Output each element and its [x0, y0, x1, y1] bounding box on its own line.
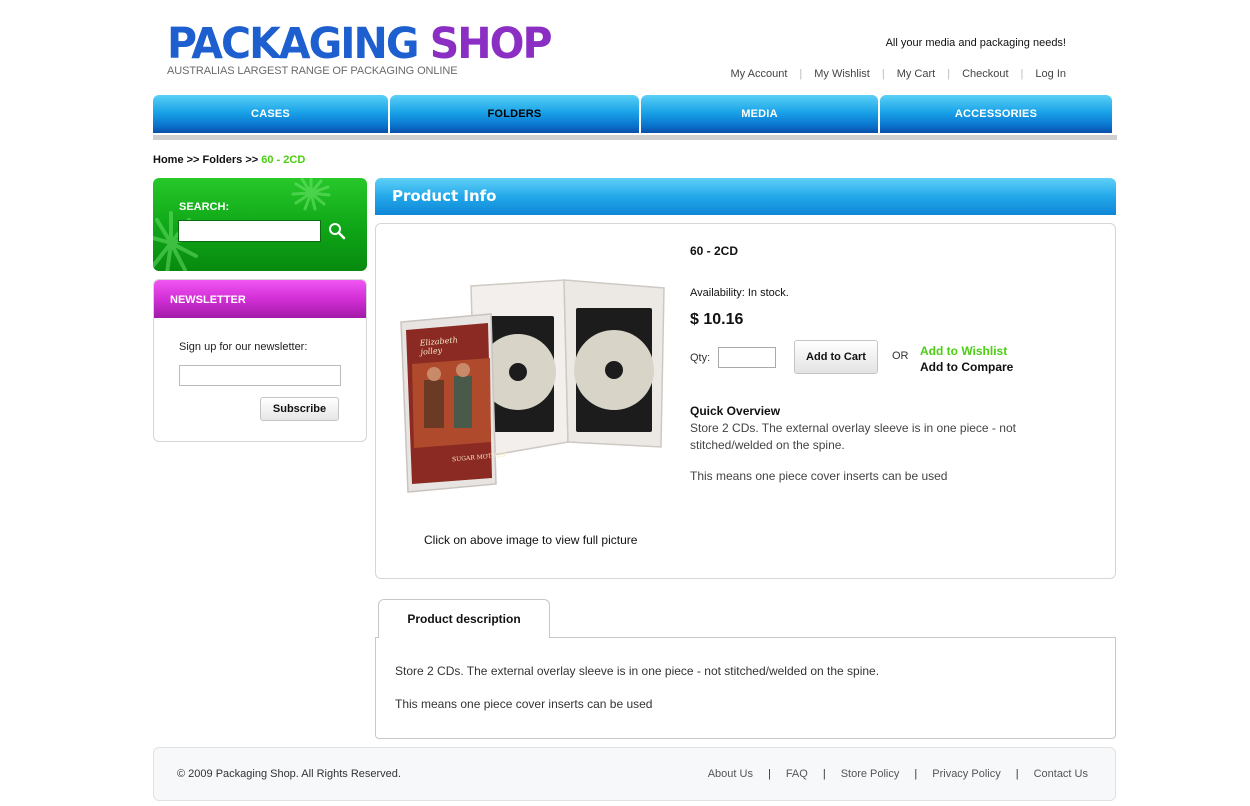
footer-privacy-policy-link[interactable]: Privacy Policy: [932, 768, 1000, 780]
search-icon: [329, 223, 346, 240]
nav-divider: [153, 135, 1117, 140]
footer-contact-us-link[interactable]: Contact Us: [1034, 768, 1088, 780]
product-info-panel: Elizabeth jolley SUGAR MOTHER Click on a…: [375, 223, 1116, 579]
breadcrumb-home[interactable]: Home: [153, 154, 184, 166]
my-account-link[interactable]: My Account: [731, 68, 788, 80]
add-to-compare-link[interactable]: Add to Compare: [920, 360, 1013, 374]
footer-about-us-link[interactable]: About Us: [708, 768, 753, 780]
breadcrumb: Home >> Folders >> 60 - 2CD: [153, 154, 305, 166]
description-paragraph-1: Store 2 CDs. The external overlay sleeve…: [395, 664, 880, 678]
product-price: $ 10.16: [690, 311, 744, 328]
site-logo[interactable]: PACKAGING SHOP AUSTRALIAS LARGEST RANGE …: [167, 17, 553, 77]
separator: |: [947, 68, 951, 80]
nav-item-folders[interactable]: FOLDERS: [390, 95, 639, 133]
footer-store-policy-link[interactable]: Store Policy: [841, 768, 900, 780]
nav-item-accessories[interactable]: ACCESSORIES: [880, 95, 1112, 133]
image-caption: Click on above image to view full pictur…: [424, 533, 638, 547]
separator: |: [881, 68, 885, 80]
nav-item-cases[interactable]: CASES: [153, 95, 388, 133]
search-label: SEARCH:: [179, 201, 230, 213]
site-tagline: All your media and packaging needs!: [885, 37, 1066, 49]
or-separator: OR: [892, 350, 909, 362]
product-name: 60 - 2CD: [690, 244, 739, 258]
separator: |: [914, 768, 918, 780]
qty-input[interactable]: [718, 347, 776, 368]
checkout-link[interactable]: Checkout: [962, 68, 1008, 80]
logo-word-packaging: PACKAGING: [167, 17, 419, 69]
logo-wordmark: PACKAGING SHOP: [167, 17, 553, 69]
separator: |: [1020, 68, 1024, 80]
newsletter-title: NEWSLETTER: [154, 280, 366, 318]
separator: |: [767, 768, 771, 780]
main-nav: CASES FOLDERS MEDIA ACCESSORIES: [153, 95, 1114, 133]
tab-product-description[interactable]: Product description: [378, 599, 550, 638]
nav-item-media[interactable]: MEDIA: [641, 95, 878, 133]
product-info-header: Product Info: [375, 178, 1116, 215]
logo-word-shop: SHOP: [429, 17, 553, 69]
footer-links: About Us | FAQ | Store Policy | Privacy …: [708, 768, 1088, 780]
footer-faq-link[interactable]: FAQ: [786, 768, 808, 780]
site-footer: © 2009 Packaging Shop. All Rights Reserv…: [153, 747, 1116, 801]
product-description-panel: Store 2 CDs. The external overlay sleeve…: [375, 637, 1116, 739]
newsletter-text: Sign up for our newsletter:: [179, 341, 308, 353]
product-image[interactable]: Elizabeth jolley SUGAR MOTHER: [396, 272, 666, 502]
search-panel: SEARCH:: [153, 178, 367, 271]
breadcrumb-separator: >>: [186, 154, 200, 166]
my-cart-link[interactable]: My Cart: [897, 68, 936, 80]
separator: |: [822, 768, 826, 780]
availability-status: Availability: In stock.: [690, 287, 789, 299]
subscribe-button[interactable]: Subscribe: [260, 397, 339, 421]
quick-overview-text: Store 2 CDs. The external overlay sleeve…: [690, 421, 1016, 452]
newsletter-email-input[interactable]: [179, 365, 341, 386]
separator: |: [799, 68, 803, 80]
description-paragraph-2: This means one piece cover inserts can b…: [395, 697, 653, 711]
quick-overview-text-2: This means one piece cover inserts can b…: [690, 469, 948, 483]
breadcrumb-separator: >>: [245, 154, 259, 166]
separator: |: [1015, 768, 1019, 780]
newsletter-panel: NEWSLETTER Sign up for our newsletter: S…: [153, 279, 367, 442]
breadcrumb-current: 60 - 2CD: [261, 154, 306, 166]
breadcrumb-folders[interactable]: Folders: [203, 154, 243, 166]
qty-label: Qty:: [690, 352, 711, 364]
add-to-wishlist-link[interactable]: Add to Wishlist: [920, 344, 1007, 358]
product-image-graphic: [400, 279, 665, 493]
add-to-cart-button[interactable]: Add to Cart: [794, 340, 878, 374]
search-input[interactable]: [178, 220, 321, 242]
log-in-link[interactable]: Log In: [1035, 68, 1066, 80]
quick-overview-title: Quick Overview: [690, 404, 781, 418]
account-links: My Account | My Wishlist | My Cart | Che…: [731, 68, 1066, 80]
search-button[interactable]: [327, 221, 347, 241]
copyright-text: © 2009 Packaging Shop. All Rights Reserv…: [177, 768, 401, 780]
my-wishlist-link[interactable]: My Wishlist: [814, 68, 870, 80]
